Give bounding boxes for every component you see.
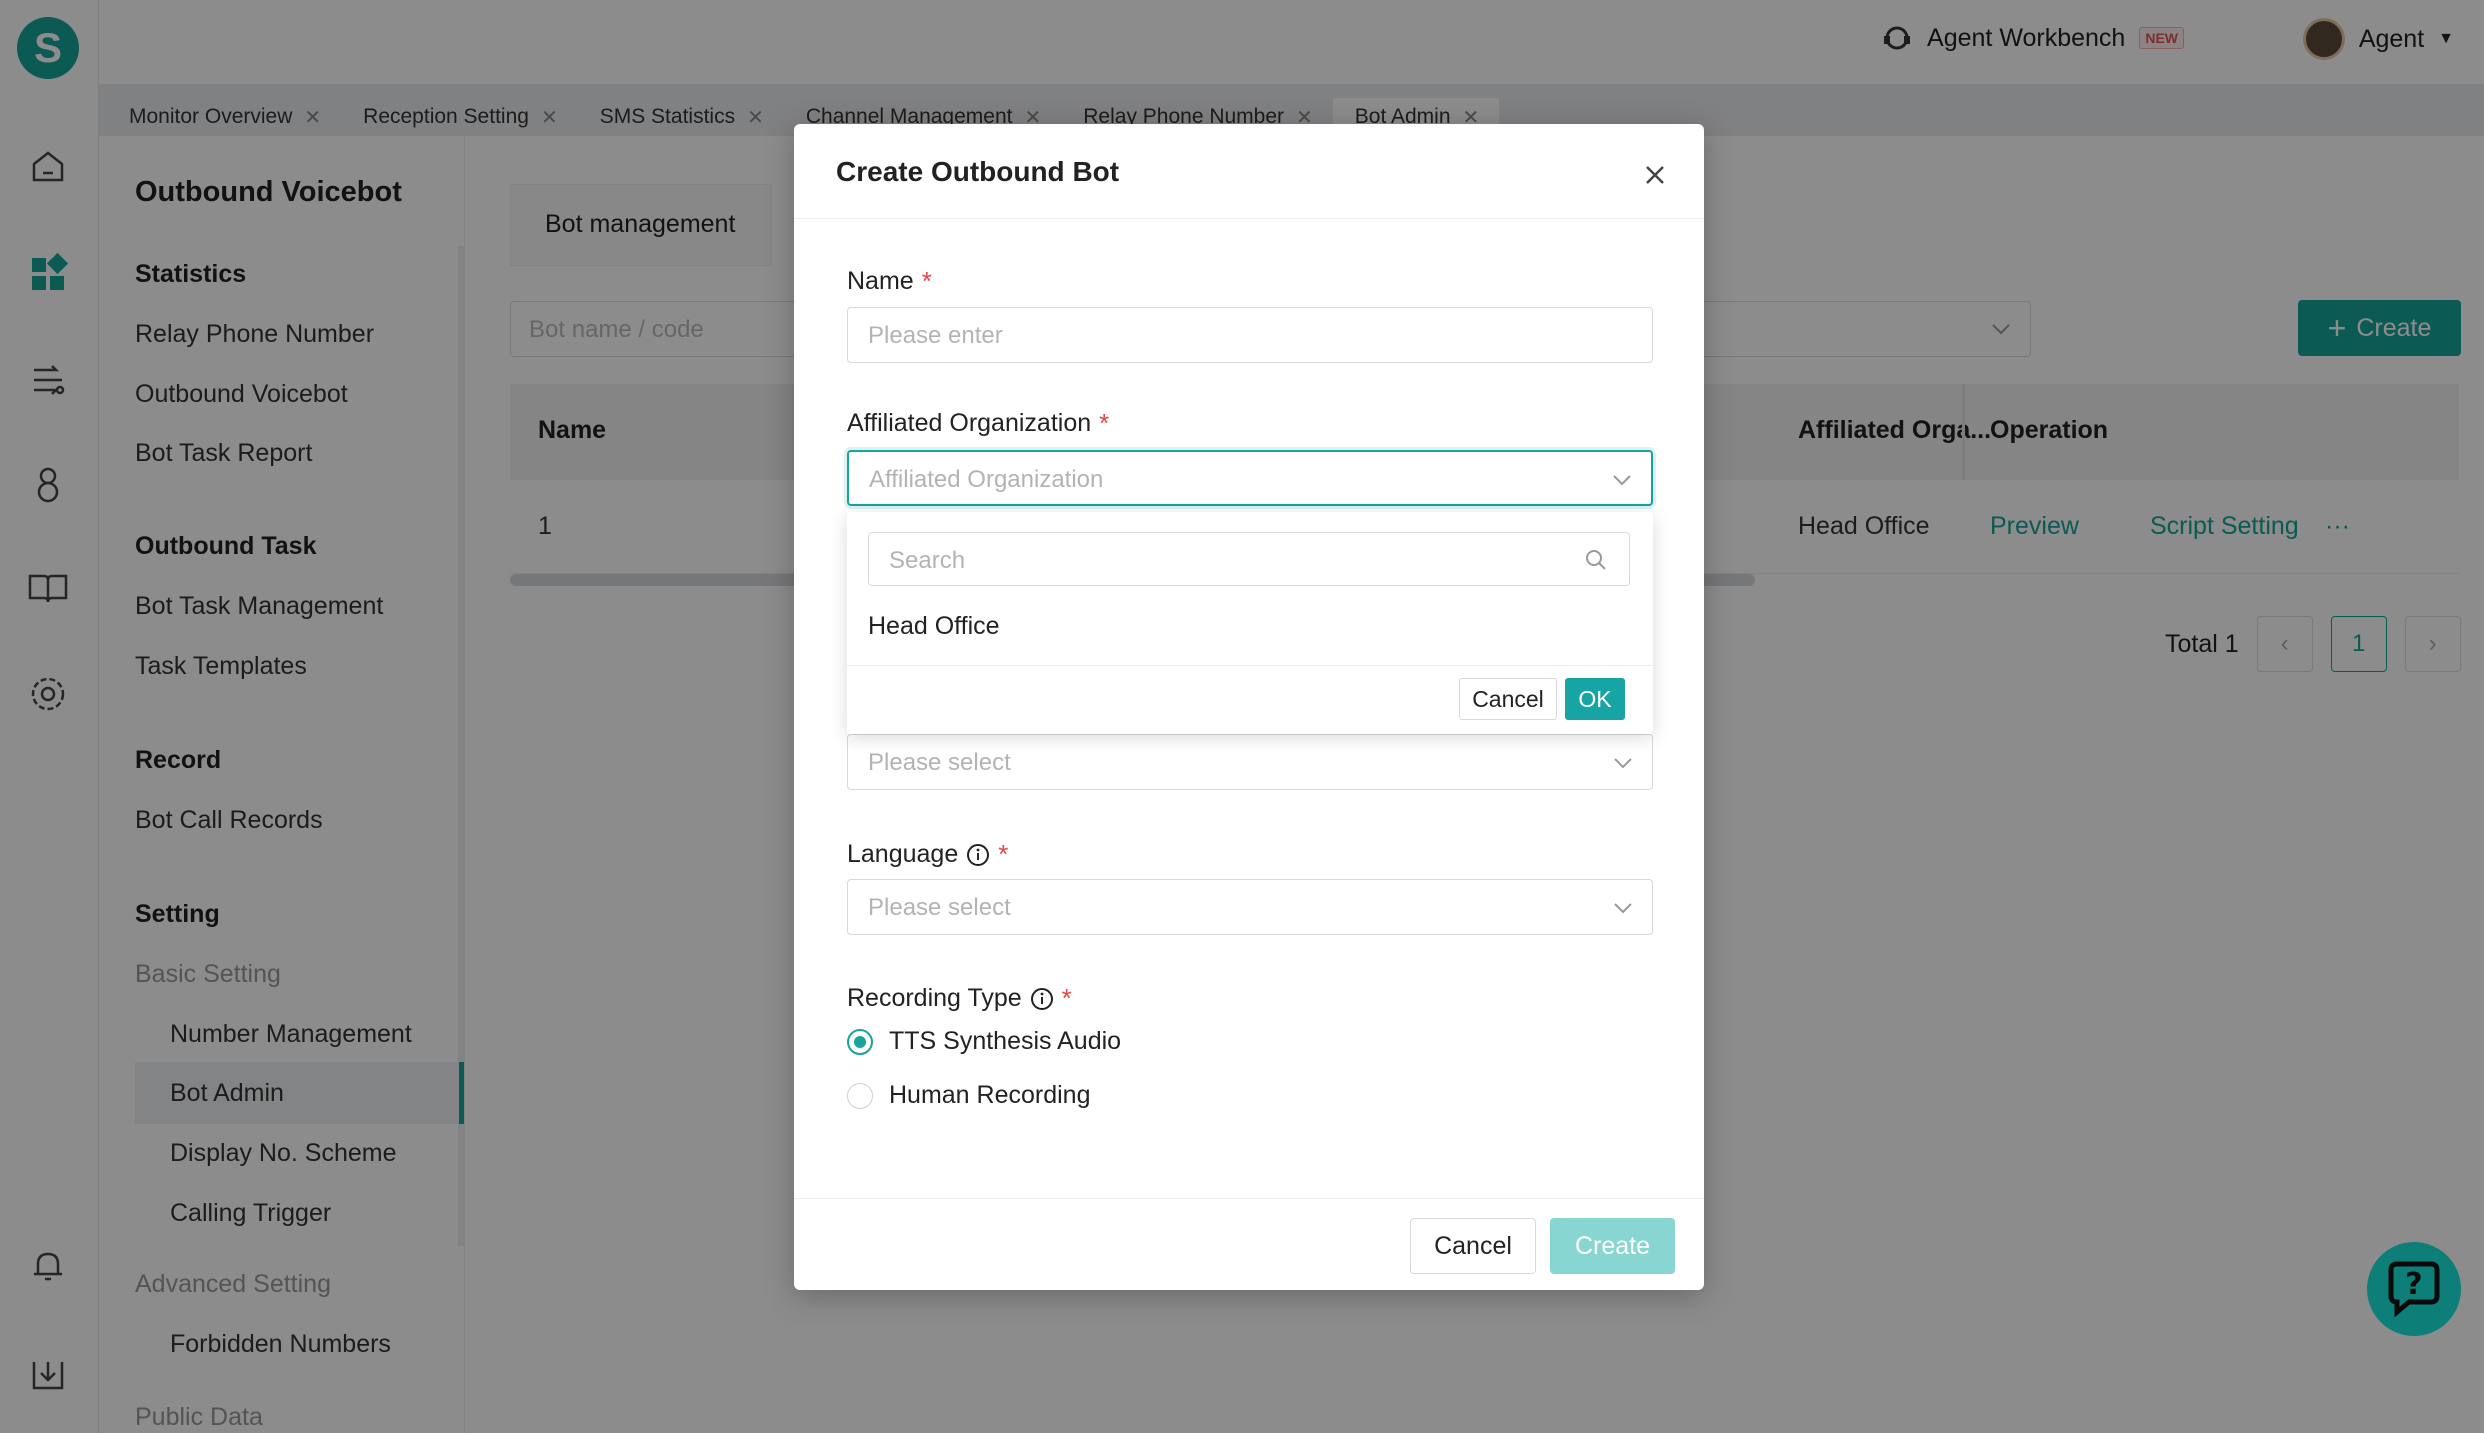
close-icon[interactable] <box>1640 160 1670 190</box>
divider <box>794 1198 1704 1199</box>
name-input[interactable]: Please enter <box>847 307 1653 363</box>
info-icon[interactable] <box>1030 987 1054 1011</box>
create-bot-modal: Create Outbound Bot Name * Please enter … <box>794 124 1704 1290</box>
radio-unchecked[interactable] <box>847 1082 873 1109</box>
radio-tts-synthesis-audio[interactable]: TTS Synthesis Audio <box>847 1027 1121 1056</box>
help-icon: ? <box>2388 1261 2440 1318</box>
recording-type-label: Recording Type * <box>847 983 1072 1014</box>
help-button[interactable]: ? <box>2367 1242 2461 1336</box>
org-select[interactable]: Affiliated Organization <box>847 450 1653 506</box>
language-label: Language * <box>847 839 1008 870</box>
name-label-text: Name <box>847 267 914 295</box>
required-mark: * <box>921 266 932 296</box>
radio-label: Human Recording <box>889 1081 1091 1109</box>
cancel-button[interactable]: Cancel <box>1410 1218 1536 1274</box>
org-label-text: Affiliated Organization <box>847 409 1092 437</box>
radio-checked[interactable] <box>847 1028 873 1055</box>
language-label-text: Language <box>847 840 959 868</box>
dropdown-cancel-button[interactable]: Cancel <box>1459 678 1557 720</box>
dropdown-option-head-office[interactable]: Head Office <box>868 612 1000 641</box>
language-select-placeholder: Please select <box>868 894 1011 921</box>
recording-type-label-text: Recording Type <box>847 984 1022 1012</box>
name-label: Name * <box>847 266 932 297</box>
chevron-down-icon <box>1612 752 1634 774</box>
language-select[interactable]: Please select <box>847 879 1653 935</box>
divider <box>847 665 1653 666</box>
org-select-placeholder: Affiliated Organization <box>869 466 1104 493</box>
org-dropdown-panel: Search Head Office Cancel OK <box>847 512 1653 734</box>
required-mark: * <box>1099 408 1110 438</box>
required-mark: * <box>1061 983 1072 1013</box>
create-submit-button[interactable]: Create <box>1550 1218 1675 1274</box>
divider <box>794 218 1704 219</box>
info-icon[interactable] <box>966 843 990 867</box>
secondary-select-placeholder: Please select <box>868 749 1011 776</box>
svg-text:?: ? <box>2405 1267 2422 1302</box>
radio-human-recording[interactable]: Human Recording <box>847 1081 1091 1110</box>
secondary-select[interactable]: Please select <box>847 734 1653 790</box>
required-mark: * <box>998 839 1009 869</box>
dropdown-search-input[interactable]: Search <box>868 532 1630 586</box>
dropdown-search-placeholder: Search <box>889 547 966 574</box>
search-icon <box>1583 547 1609 573</box>
chevron-down-icon <box>1612 897 1634 919</box>
modal-title: Create Outbound Bot <box>836 156 1120 187</box>
dropdown-ok-button[interactable]: OK <box>1565 678 1625 720</box>
chevron-down-icon <box>1611 469 1633 491</box>
org-label: Affiliated Organization * <box>847 408 1109 439</box>
radio-label: TTS Synthesis Audio <box>889 1027 1122 1055</box>
